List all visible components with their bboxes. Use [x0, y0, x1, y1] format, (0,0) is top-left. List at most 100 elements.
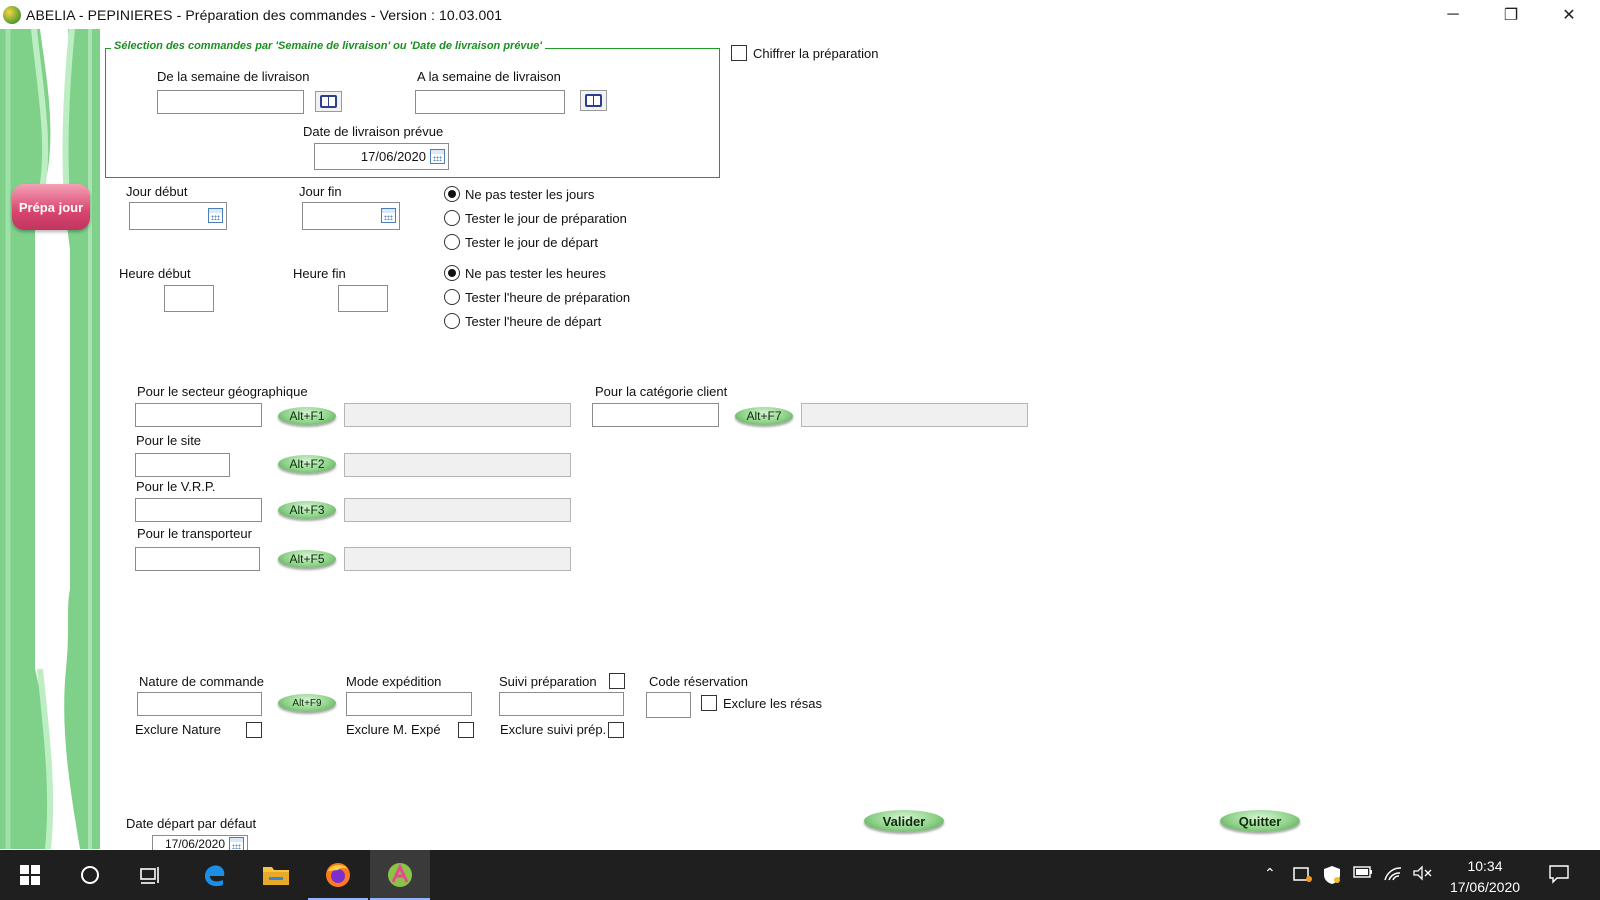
radio-no-test-days-label: Ne pas tester les jours: [465, 187, 595, 202]
windows-start-icon[interactable]: [0, 850, 60, 900]
from-week-lookup-button[interactable]: [315, 91, 342, 112]
book-icon: [585, 94, 602, 107]
planned-date-input[interactable]: 17/06/2020: [314, 143, 449, 170]
categorie-label: Pour la catégorie client: [595, 384, 728, 399]
from-week-input[interactable]: [157, 90, 304, 114]
code-reservation-input[interactable]: [646, 692, 691, 718]
title-bar: ABELIA - PEPINIERES - Préparation des co…: [0, 0, 1600, 29]
transporteur-description: [344, 547, 571, 571]
mode-expedition-input[interactable]: [346, 692, 472, 716]
nature-label: Nature de commande: [139, 674, 265, 689]
radio-test-departure-day[interactable]: [444, 234, 460, 250]
radio-test-prep-hour-label: Tester l'heure de préparation: [465, 290, 631, 305]
valider-button[interactable]: Valider: [864, 810, 944, 832]
taskbar-clock[interactable]: 10:34 17/06/2020: [1440, 856, 1530, 898]
book-icon: [320, 95, 337, 108]
alt-f7-button[interactable]: Alt+F7: [735, 407, 793, 425]
tray-wifi-icon[interactable]: [1383, 865, 1403, 884]
clock-date: 17/06/2020: [1449, 879, 1521, 895]
radio-test-prep-day-label: Tester le jour de préparation: [465, 211, 627, 226]
hour-end-label: Heure fin: [293, 266, 346, 281]
radio-test-prep-hour[interactable]: [444, 289, 460, 305]
day-start-input[interactable]: [129, 202, 227, 230]
day-end-input[interactable]: [302, 202, 400, 230]
abelia-app-icon[interactable]: [370, 850, 430, 900]
alt-f1-button[interactable]: Alt+F1: [278, 407, 336, 425]
suivi-preparation-checkbox[interactable]: [609, 673, 625, 689]
taskbar: ⌃ 10:34 17/06/2020: [0, 850, 1600, 900]
categorie-input[interactable]: [592, 403, 719, 427]
task-view-icon[interactable]: [120, 850, 180, 900]
nature-input[interactable]: [137, 692, 262, 716]
calendar-icon[interactable]: [229, 837, 244, 850]
categorie-description: [801, 403, 1028, 427]
close-button[interactable]: ✕: [1540, 0, 1598, 29]
default-date-label: Date départ par défaut: [126, 816, 257, 831]
secteur-description: [344, 403, 571, 427]
radio-no-test-days[interactable]: [444, 186, 460, 202]
hour-end-input[interactable]: [338, 285, 388, 312]
from-week-label: De la semaine de livraison: [157, 69, 310, 84]
alt-f9-button[interactable]: Alt+F9: [278, 694, 336, 712]
exclure-resas-label: Exclure les résas: [723, 696, 822, 711]
hour-start-label: Heure début: [119, 266, 191, 281]
suivi-preparation-input[interactable]: [499, 692, 624, 716]
transporteur-label: Pour le transporteur: [137, 526, 252, 541]
radio-test-prep-day[interactable]: [444, 210, 460, 226]
exclure-mode-label: Exclure M. Expé: [346, 722, 441, 737]
day-start-label: Jour début: [126, 184, 188, 199]
exclure-nature-checkbox[interactable]: [246, 722, 262, 738]
suivi-preparation-label: Suivi préparation: [499, 674, 597, 689]
alt-f3-button[interactable]: Alt+F3: [278, 501, 336, 519]
site-input[interactable]: [135, 453, 230, 477]
calendar-icon[interactable]: [381, 208, 396, 223]
day-end-label: Jour fin: [299, 184, 342, 199]
site-label: Pour le site: [136, 433, 202, 448]
radio-test-departure-hour-label: Tester l'heure de départ: [465, 314, 602, 329]
mode-expedition-label: Mode expédition: [346, 674, 442, 689]
selection-group-title: Sélection des commandes par 'Semaine de …: [111, 40, 546, 52]
tray-security-shield-icon[interactable]: [1323, 865, 1341, 888]
firefox-icon[interactable]: [308, 850, 368, 900]
hour-start-input[interactable]: [164, 285, 214, 312]
alt-f5-button[interactable]: Alt+F5: [278, 550, 336, 568]
default-date-input[interactable]: 17/06/2020: [152, 835, 248, 850]
vrp-input[interactable]: [135, 498, 262, 522]
restore-button[interactable]: ❐: [1482, 0, 1540, 29]
tray-volume-muted-icon[interactable]: [1412, 865, 1432, 884]
calendar-icon[interactable]: [208, 208, 223, 223]
window-title: ABELIA - PEPINIERES - Préparation des co…: [26, 7, 503, 23]
exclure-suivi-checkbox[interactable]: [608, 722, 624, 738]
transporteur-input[interactable]: [135, 547, 260, 571]
prepa-jour-button[interactable]: Prépa jour: [12, 184, 90, 230]
tray-meet-icon[interactable]: [1293, 865, 1313, 886]
exclure-nature-label: Exclure Nature: [135, 722, 221, 737]
chiffrer-label: Chiffrer la préparation: [753, 46, 879, 61]
edge-browser-icon[interactable]: [184, 850, 244, 900]
clock-time: 10:34: [1467, 858, 1503, 874]
vrp-label: Pour le V.R.P.: [136, 479, 216, 494]
exclure-resas-checkbox[interactable]: [701, 695, 717, 711]
to-week-input[interactable]: [415, 90, 565, 114]
minimize-button[interactable]: ─: [1424, 0, 1482, 29]
exclure-suivi-label: Exclure suivi prép.: [500, 722, 607, 737]
radio-test-departure-day-label: Tester le jour de départ: [465, 235, 598, 250]
chiffrer-checkbox[interactable]: [731, 45, 747, 61]
alt-f2-button[interactable]: Alt+F2: [278, 455, 336, 473]
secteur-input[interactable]: [135, 403, 262, 427]
exclure-mode-checkbox[interactable]: [458, 722, 474, 738]
action-center-icon[interactable]: [1548, 864, 1570, 887]
quitter-button[interactable]: Quitter: [1220, 810, 1300, 832]
search-circle-icon[interactable]: [60, 850, 120, 900]
file-explorer-icon[interactable]: [246, 850, 306, 900]
planned-date-label: Date de livraison prévue: [303, 124, 444, 139]
secteur-label: Pour le secteur géographique: [137, 384, 308, 399]
tray-chevron-up-icon[interactable]: ⌃: [1264, 865, 1276, 882]
radio-test-departure-hour[interactable]: [444, 313, 460, 329]
tray-battery-icon[interactable]: [1353, 865, 1373, 882]
to-week-label: A la semaine de livraison: [417, 69, 561, 84]
to-week-lookup-button[interactable]: [580, 90, 607, 111]
calendar-icon[interactable]: [430, 149, 445, 164]
site-description: [344, 453, 571, 477]
radio-no-test-hours[interactable]: [444, 265, 460, 281]
